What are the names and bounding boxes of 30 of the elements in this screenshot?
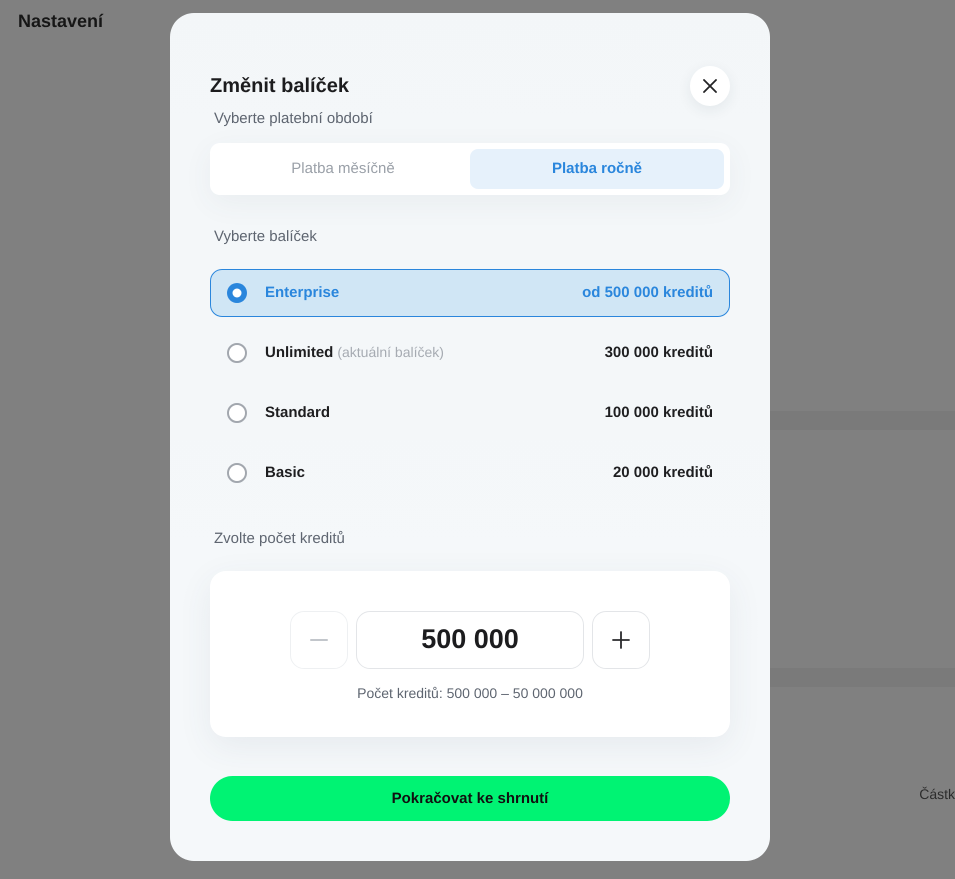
package-credits: 300 000 kreditů [604, 344, 713, 362]
package-name: Enterprise [265, 284, 340, 302]
page-title: Nastavení [17, 10, 104, 32]
package-credits: od 500 000 kreditů [582, 284, 713, 302]
radio-icon[interactable] [227, 462, 247, 483]
package-name: Basic [265, 464, 306, 482]
radio-icon[interactable] [227, 282, 247, 303]
section-label: Vyberte platební období [214, 109, 374, 129]
increment-button[interactable] [592, 610, 650, 669]
radio-icon[interactable] [227, 402, 247, 423]
plus-icon [612, 630, 630, 649]
package-credits: 20 000 kreditů [612, 464, 713, 482]
package-option[interactable]: Unlimited (aktuální balíček) 300 000 kreditů [210, 328, 730, 377]
close-icon [703, 79, 717, 93]
package-name: Standard [265, 404, 330, 422]
package-credits: 100 000 kreditů [604, 404, 713, 422]
continue-button[interactable]: Pokračovat ke shrnutí [210, 776, 730, 822]
credits-range-text: Počet kreditů: 500 000 – 50 000 000 [357, 684, 583, 703]
package-note: (aktuální balíček) [337, 344, 444, 360]
close-button[interactable] [690, 66, 730, 106]
credits-input[interactable]: 500 000 [356, 610, 584, 669]
minus-icon [310, 638, 328, 641]
section-label: Zvolte počet kreditů [214, 528, 346, 549]
section-label: Vyberte balíček [214, 226, 318, 247]
package-option[interactable]: Standard 100 000 kreditů [210, 388, 730, 437]
package-option[interactable]: Basic 20 000 kreditů [210, 448, 730, 497]
package-name: Unlimited [265, 344, 334, 362]
radio-icon[interactable] [227, 342, 247, 363]
background-text: Částk [919, 785, 955, 803]
dialog-title: Změnit balíček [210, 74, 349, 98]
